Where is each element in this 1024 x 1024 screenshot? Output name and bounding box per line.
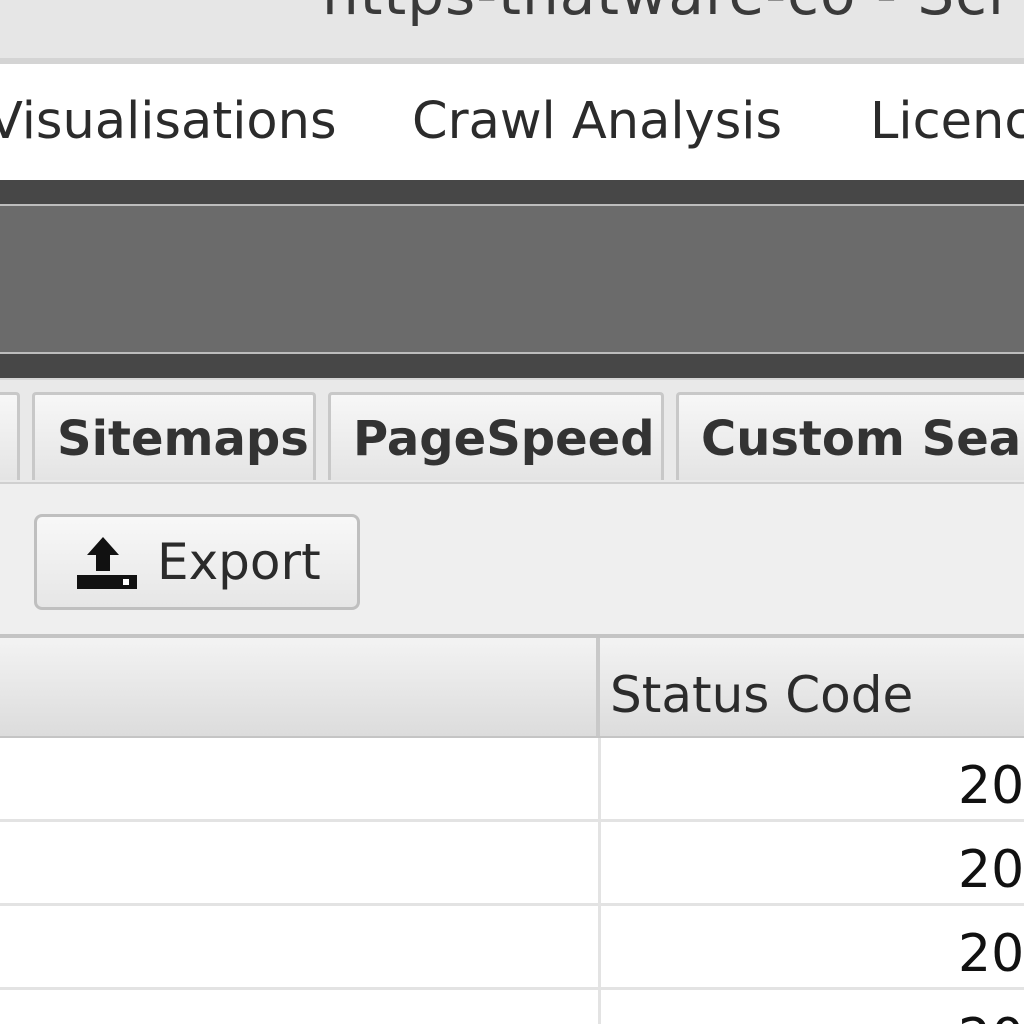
menu-item-visualisations[interactable]: Visualisations bbox=[0, 92, 337, 151]
table-row[interactable]: 20 bbox=[0, 906, 1024, 990]
export-button[interactable]: Export bbox=[34, 514, 360, 610]
menu-item-crawl-analysis[interactable]: Crawl Analysis bbox=[412, 92, 782, 151]
tab-bar: Sitemaps PageSpeed Custom Sear bbox=[0, 378, 1024, 482]
tab-custom-search[interactable]: Custom Sear bbox=[676, 392, 1024, 480]
cell-divider bbox=[598, 990, 601, 1024]
table-row[interactable]: 20 bbox=[0, 738, 1024, 822]
table-row[interactable]: 20 bbox=[0, 822, 1024, 906]
tab-pagespeed[interactable]: PageSpeed bbox=[328, 392, 664, 480]
title-bar: https-thatware-co - Scr bbox=[0, 0, 1024, 58]
table-body: 20 20 20 20 bbox=[0, 738, 1024, 1024]
export-label: Export bbox=[157, 533, 321, 591]
toolbar: Export bbox=[0, 482, 1024, 634]
table-row[interactable]: 20 bbox=[0, 990, 1024, 1024]
menu-item-licence[interactable]: Licenc bbox=[870, 92, 1024, 151]
cell-divider bbox=[598, 738, 601, 819]
tab-custom-search-label: Custom Sear bbox=[701, 411, 1024, 467]
cell-divider bbox=[598, 906, 601, 987]
cell-divider bbox=[598, 822, 601, 903]
dark-band bbox=[0, 180, 1024, 378]
header-status-code[interactable]: Status Code bbox=[610, 666, 913, 724]
status-code-cell: 20 bbox=[958, 924, 1024, 984]
status-code-cell: 20 bbox=[958, 840, 1024, 900]
menu-bar: Visualisations Crawl Analysis Licenc bbox=[0, 64, 1024, 180]
tab-sitemaps-label: Sitemaps bbox=[57, 411, 309, 467]
window-title: https-thatware-co - Scr bbox=[322, 0, 1013, 28]
tab-sitemaps[interactable]: Sitemaps bbox=[32, 392, 316, 480]
tab-previous[interactable] bbox=[0, 392, 20, 480]
column-divider[interactable] bbox=[596, 638, 600, 736]
table-header: Status Code bbox=[0, 634, 1024, 738]
tab-pagespeed-label: PageSpeed bbox=[353, 411, 655, 467]
app-window: https-thatware-co - Scr Visualisations C… bbox=[0, 0, 1024, 1024]
export-upload-icon bbox=[77, 537, 137, 589]
status-code-cell: 20 bbox=[958, 1008, 1024, 1024]
status-code-cell: 20 bbox=[958, 756, 1024, 816]
dark-band-panel bbox=[0, 204, 1024, 354]
